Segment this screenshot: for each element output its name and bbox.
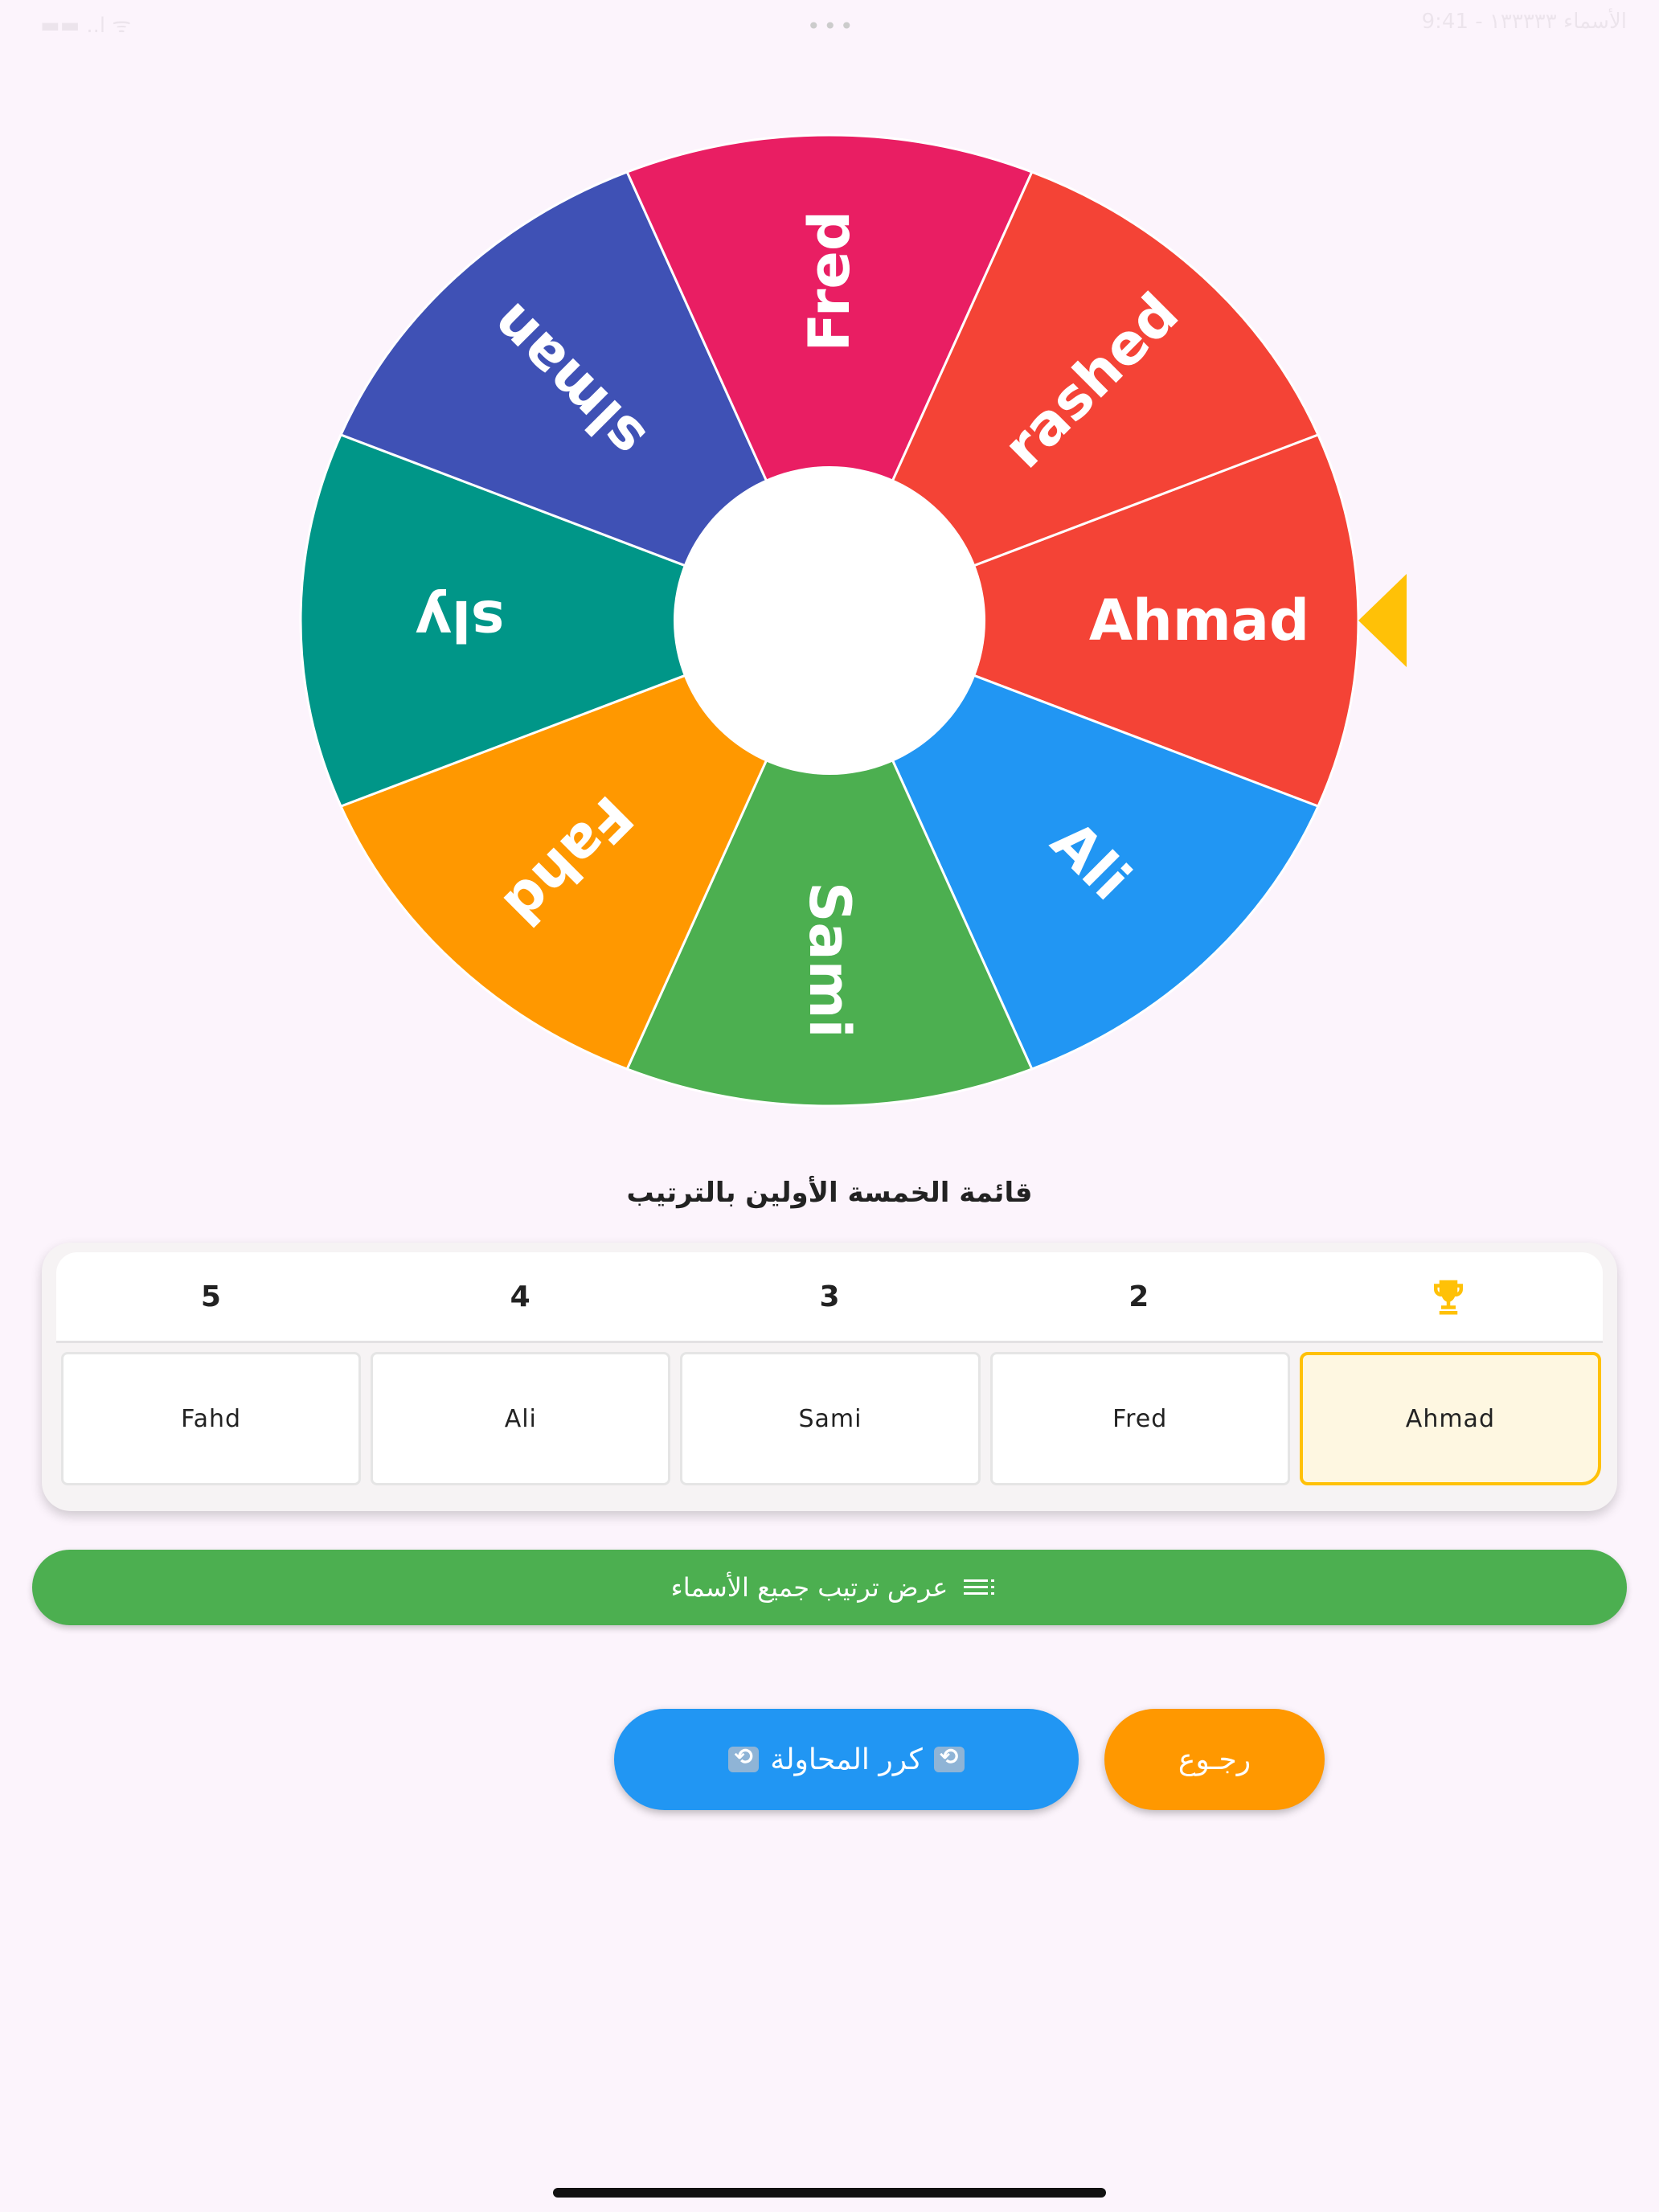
wheel-label-ahmad: Ahmad [1089,588,1309,653]
back-button[interactable]: رجـوع [1104,1709,1325,1810]
home-indicator[interactable] [553,2188,1106,2198]
rank-1-trophy-icon [1293,1252,1603,1341]
multitasking-dots-icon[interactable]: ••• [807,13,857,39]
fifth-name-cell: Fahd [60,1352,362,1485]
repeat-icon [728,1743,760,1772]
wheel-pointer-icon [1358,574,1407,667]
back-label: رجـوع [1178,1743,1251,1776]
rank-header-row: 2 3 4 5 [56,1252,1603,1343]
top-five-card: 2 3 4 5 Ahmad Fred Sami Ali Fahd [42,1243,1617,1511]
top-five-names-row: Ahmad Fred Sami Ali Fahd [60,1352,1601,1485]
wheel-label-sami: Sami [797,882,862,1038]
winner-name-cell: Ahmad [1299,1352,1601,1485]
retry-button[interactable]: كرر المحاولة [614,1709,1079,1810]
wheel-label-fred: Fred [797,211,862,351]
show-all-ranking-button[interactable]: عرض ترتيب جميع الأسماء [32,1550,1627,1625]
fourth-name-cell: Ali [371,1352,671,1485]
show-all-label: عرض ترتيب جميع الأسماء [670,1572,948,1603]
second-name-cell: Fred [989,1352,1290,1485]
status-left: ▬▬ ..l ᯤ [40,14,132,38]
rank-5: 5 [200,1280,221,1313]
rank-4: 4 [510,1280,530,1313]
wheel-hub [674,466,985,775]
rank-2: 2 [1129,1280,1149,1313]
top-five-title: قائمة الخمسة الأولين بالترتيب [626,1177,1033,1209]
retry-label: كرر المحاولة [770,1743,923,1776]
wheel-label-sly: sly [415,588,504,653]
third-name-cell: Sami [680,1352,981,1485]
status-right: الأسماء ١٣٣٣٣٣ - 9:41 [1421,10,1627,34]
list-icon [962,1578,995,1597]
spin-wheel[interactable]: AhmadAliSamiFahdslyslmanFred rashed [299,129,1360,1125]
rank-3: 3 [819,1280,840,1313]
repeat-icon [933,1743,965,1772]
